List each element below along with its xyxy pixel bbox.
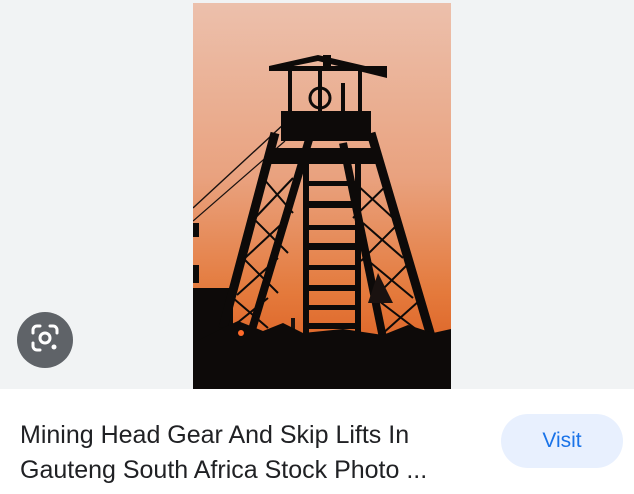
visit-button[interactable]: Visit [501,414,623,468]
image-preview-panel [0,0,634,389]
google-lens-button[interactable] [17,312,73,368]
result-title[interactable]: Mining Head Gear And Skip Lifts In Gaute… [20,418,490,488]
result-title-line1: Mining Head Gear And Skip Lifts In [20,421,410,449]
google-lens-icon [30,323,60,358]
result-title-line2: Gauteng South Africa Stock Photo ... [20,456,428,484]
result-image[interactable] [193,3,451,389]
